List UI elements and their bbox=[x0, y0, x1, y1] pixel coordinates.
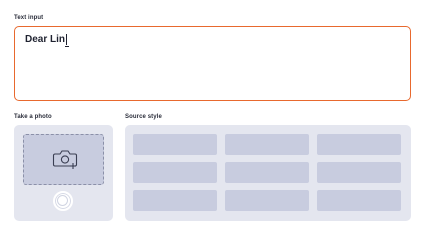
style-tile[interactable] bbox=[317, 190, 401, 211]
style-grid bbox=[133, 134, 401, 211]
take-photo-panel bbox=[14, 125, 113, 221]
style-tile[interactable] bbox=[317, 162, 401, 183]
style-tile[interactable] bbox=[225, 134, 309, 155]
text-cursor bbox=[64, 34, 69, 47]
photo-drop-area[interactable] bbox=[23, 134, 104, 185]
camera-add-icon bbox=[52, 150, 78, 169]
style-tile[interactable] bbox=[225, 190, 309, 211]
text-input-value: Dear Lin bbox=[25, 34, 66, 45]
text-input-label: Text input bbox=[14, 15, 44, 21]
style-tile[interactable] bbox=[133, 162, 217, 183]
shutter-icon bbox=[57, 195, 68, 206]
shutter-button[interactable] bbox=[53, 191, 73, 211]
style-tile[interactable] bbox=[133, 134, 217, 155]
style-tile[interactable] bbox=[225, 162, 309, 183]
style-tile[interactable] bbox=[317, 134, 401, 155]
source-style-panel bbox=[125, 125, 411, 221]
source-style-label: Source style bbox=[125, 114, 162, 120]
text-input-field[interactable]: Dear Lin bbox=[14, 26, 411, 101]
take-photo-label: Take a photo bbox=[14, 114, 52, 120]
style-tile[interactable] bbox=[133, 190, 217, 211]
